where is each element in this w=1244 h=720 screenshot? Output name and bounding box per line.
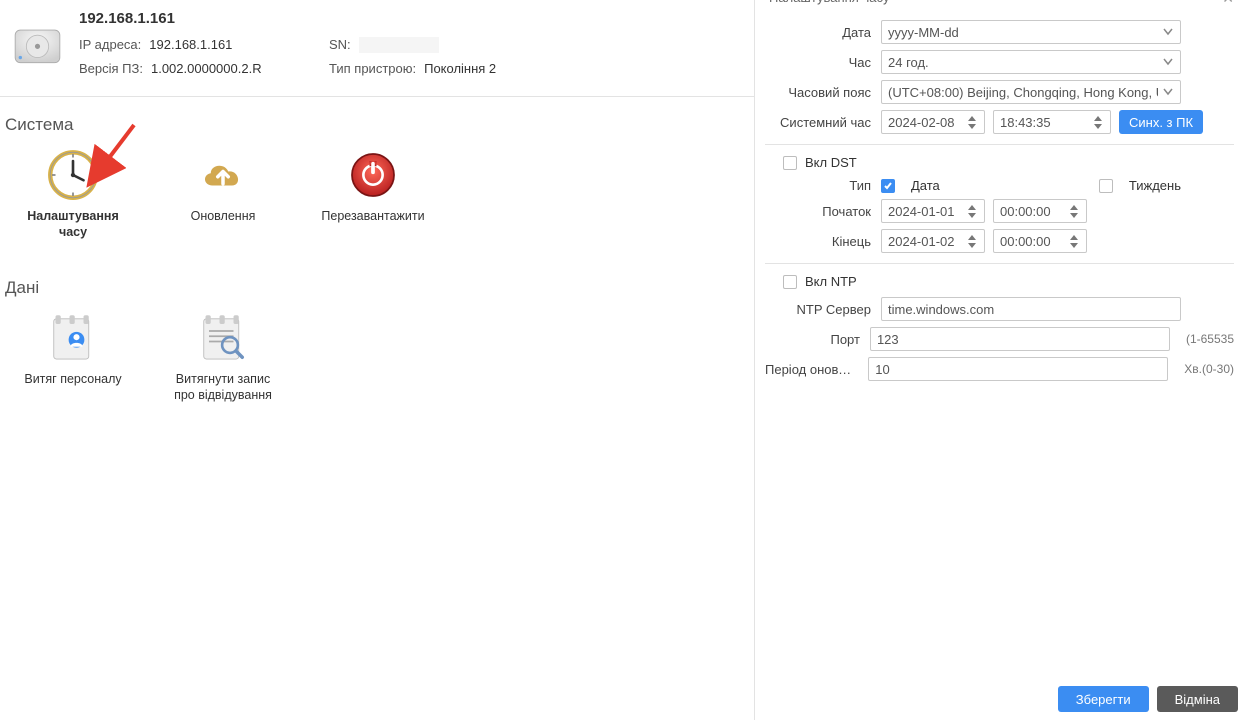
card-label: Оновлення	[191, 209, 256, 225]
dst-type-week-label: Тиждень	[1129, 178, 1181, 193]
ntp-server-label: NTP Сервер	[765, 302, 881, 317]
system-time-input[interactable]	[993, 110, 1111, 134]
card-time-settings[interactable]: Налаштування часу	[18, 147, 128, 240]
card-label: Витяг персоналу	[24, 372, 121, 388]
stepper-up-icon[interactable]	[1069, 203, 1080, 211]
separator	[765, 263, 1234, 264]
system-date-value[interactable]	[888, 115, 962, 130]
device-header: 192.168.1.161 IP адреса: 192.168.1.161 S…	[0, 0, 754, 97]
harddisk-icon	[10, 18, 65, 73]
stepper-down-icon[interactable]	[966, 211, 978, 219]
time-settings-panel: Налаштування часу ✕ Дата yyyy-MM-dd Час …	[754, 0, 1244, 720]
stepper-up-icon[interactable]	[966, 203, 978, 211]
stepper-down-icon[interactable]	[966, 122, 978, 130]
system-time-value[interactable]	[1000, 115, 1088, 130]
time-format-label: Час	[765, 55, 881, 70]
ntp-refresh-hint: Хв.(0-30)	[1184, 362, 1234, 376]
dst-end-date-input[interactable]	[881, 229, 985, 253]
clock-icon	[45, 147, 101, 203]
device-ip-title: 192.168.1.161	[79, 10, 744, 27]
card-update[interactable]: Оновлення	[168, 147, 278, 240]
date-format-select[interactable]: yyyy-MM-dd	[881, 20, 1181, 44]
ntp-enable-label: Вкл NTP	[805, 274, 857, 289]
dst-type-week-checkbox[interactable]	[1099, 179, 1113, 193]
ip-value: 192.168.1.161	[149, 37, 232, 53]
stepper-up-icon[interactable]	[966, 114, 978, 122]
device-info: 192.168.1.161 IP адреса: 192.168.1.161 S…	[79, 10, 744, 76]
stepper-up-icon[interactable]	[966, 233, 978, 241]
device-left-pane: 192.168.1.161 IP адреса: 192.168.1.161 S…	[0, 0, 754, 720]
personnel-icon	[45, 310, 101, 366]
stepper-down-icon[interactable]	[966, 241, 978, 249]
panel-title: Налаштування часу	[769, 0, 889, 5]
ntp-refresh-input[interactable]	[868, 357, 1168, 381]
system-date-input[interactable]	[881, 110, 985, 134]
power-icon	[345, 147, 401, 203]
sn-value	[359, 37, 439, 53]
section-system-title: Система	[0, 97, 754, 135]
dst-start-label: Початок	[765, 204, 881, 219]
stepper-down-icon[interactable]	[1092, 122, 1104, 130]
type-label: Тип пристрою:	[329, 61, 416, 76]
ntp-enable-checkbox[interactable]	[783, 275, 797, 289]
time-format-select[interactable]: 24 год.	[881, 50, 1181, 74]
dst-end-label: Кінець	[765, 234, 881, 249]
dst-type-date-checkbox[interactable]	[881, 179, 895, 193]
date-format-label: Дата	[765, 25, 881, 40]
card-extract-personnel[interactable]: Витяг персоналу	[18, 310, 128, 403]
section-data-title: Дані	[0, 260, 754, 298]
type-value: Покоління 2	[424, 61, 496, 76]
stepper-down-icon[interactable]	[1069, 241, 1080, 249]
card-label: Витягнути запис про відвідування	[168, 372, 278, 403]
ntp-port-input[interactable]	[870, 327, 1170, 351]
dst-start-date-input[interactable]	[881, 199, 985, 223]
data-cards: Витяг персоналу Витягнути запис про відв…	[0, 298, 754, 423]
timezone-select[interactable]: (UTC+08:00) Beijing, Chongqing, Hong Kon…	[881, 80, 1181, 104]
card-extract-records[interactable]: Витягнути запис про відвідування	[168, 310, 278, 403]
cancel-button[interactable]: Відміна	[1157, 686, 1238, 712]
save-button[interactable]: Зберегти	[1058, 686, 1149, 712]
dst-enable-label: Вкл DST	[805, 155, 857, 170]
fw-value: 1.002.0000000.2.R	[151, 61, 262, 76]
cloud-upload-icon	[195, 147, 251, 203]
separator	[765, 144, 1234, 145]
dst-end-time-input[interactable]	[993, 229, 1087, 253]
dst-start-time-input[interactable]	[993, 199, 1087, 223]
system-cards: Налаштування часу Оновлення	[0, 135, 754, 260]
stepper-up-icon[interactable]	[1092, 114, 1104, 122]
sync-pc-button[interactable]: Синх. з ПК	[1119, 110, 1203, 134]
stepper-up-icon[interactable]	[1069, 233, 1080, 241]
ntp-port-label: Порт	[765, 332, 870, 347]
ip-label: IP адреса:	[79, 37, 141, 53]
stepper-down-icon[interactable]	[1069, 211, 1080, 219]
ntp-refresh-label: Період оновле...	[765, 362, 868, 377]
panel-header: Налаштування часу ✕	[755, 0, 1244, 10]
card-label: Налаштування часу	[18, 209, 128, 240]
ntp-server-input[interactable]	[881, 297, 1181, 321]
timezone-label: Часовий пояс	[765, 85, 881, 100]
card-label: Перезавантажити	[321, 209, 424, 225]
panel-footer: Зберегти Відміна	[1052, 680, 1244, 718]
dst-enable-checkbox[interactable]	[783, 156, 797, 170]
records-search-icon	[195, 310, 251, 366]
card-reboot[interactable]: Перезавантажити	[318, 147, 428, 240]
close-icon[interactable]: ✕	[1222, 0, 1234, 7]
fw-label: Версія ПЗ:	[79, 61, 143, 76]
sn-label: SN:	[329, 37, 351, 53]
system-time-label: Системний час	[765, 115, 881, 130]
dst-type-date-label: Дата	[911, 178, 940, 193]
ntp-port-hint: (1-65535	[1186, 332, 1234, 346]
dst-type-label: Тип	[765, 178, 881, 193]
